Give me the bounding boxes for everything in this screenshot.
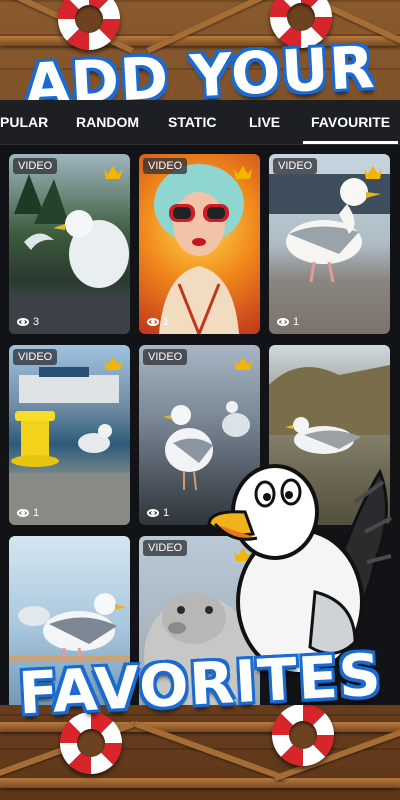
view-count: 1 xyxy=(147,507,169,519)
tab-random[interactable]: RANDOM xyxy=(76,100,139,144)
tab-static[interactable]: STATIC xyxy=(168,100,216,144)
railing xyxy=(0,778,400,788)
eye-icon xyxy=(147,509,159,517)
wallpaper-card[interactable]: VIDEO 1 xyxy=(9,345,130,525)
view-count: 1 xyxy=(277,316,299,328)
portrait-image xyxy=(154,164,244,334)
crown-icon xyxy=(364,166,382,179)
tab-popular[interactable]: PULAR xyxy=(0,100,48,144)
video-badge: VIDEO xyxy=(13,349,58,365)
crown-icon xyxy=(104,357,122,370)
video-badge: VIDEO xyxy=(13,158,58,174)
tab-live[interactable]: LIVE xyxy=(249,100,280,144)
crown-icon xyxy=(234,357,252,370)
tab-favourite[interactable]: FAVOURITE xyxy=(302,100,399,144)
view-count: 1 xyxy=(17,507,39,519)
eye-icon xyxy=(17,509,29,517)
seagull-image xyxy=(269,174,390,283)
crown-icon xyxy=(234,166,252,179)
wallpaper-card[interactable]: VIDEO 1 xyxy=(139,154,260,334)
view-count: 3 xyxy=(17,316,39,328)
view-count: 1 xyxy=(147,316,169,328)
eye-icon xyxy=(147,318,159,326)
harbor-image xyxy=(9,367,130,525)
wallpaper-card[interactable]: VIDEO 1 xyxy=(269,154,390,334)
video-badge: VIDEO xyxy=(143,349,188,365)
eye-icon xyxy=(277,318,289,326)
video-badge: VIDEO xyxy=(143,158,188,174)
eye-icon xyxy=(17,318,29,326)
category-tab-bar: PULAR RANDOM STATIC LIVE FAVOURITE xyxy=(0,100,400,145)
video-badge: VIDEO xyxy=(143,540,188,556)
wallpaper-card[interactable]: VIDEO 3 xyxy=(9,154,130,334)
video-badge: VIDEO xyxy=(273,158,318,174)
seagull-image xyxy=(9,174,130,334)
crown-icon xyxy=(104,166,122,179)
